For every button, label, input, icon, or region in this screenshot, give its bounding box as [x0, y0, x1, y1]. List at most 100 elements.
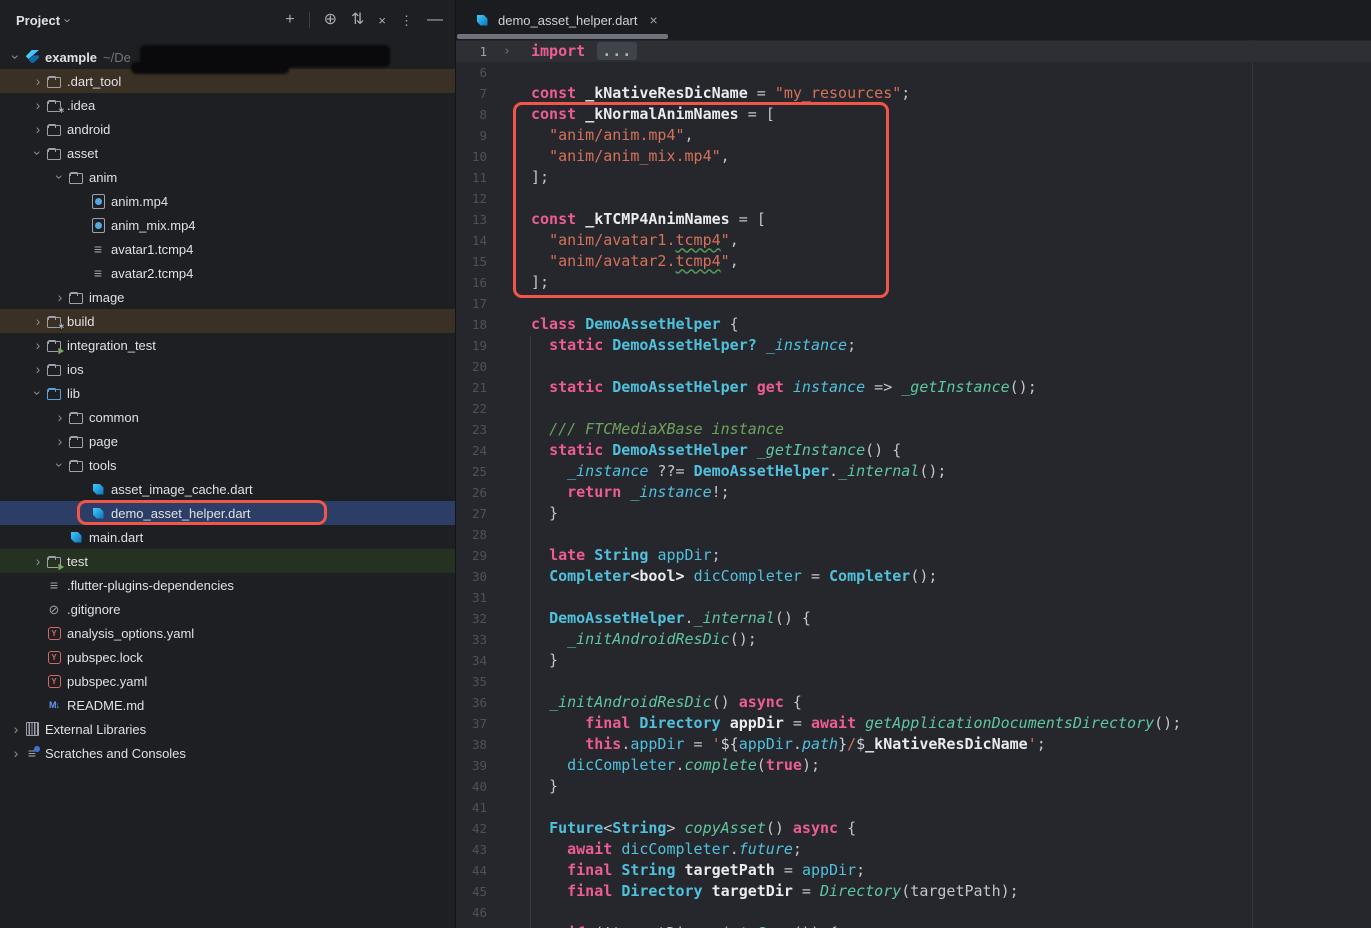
tree-item-pubspec-lock[interactable]: ›pubspec.lock: [0, 645, 455, 669]
chevron-right-icon[interactable]: ›: [8, 746, 24, 760]
code-text[interactable]: "anim/avatar1.tcmp4",: [531, 230, 739, 251]
tree-item-test[interactable]: ›test: [0, 549, 455, 573]
code-text[interactable]: DemoAssetHelper._internal() {: [531, 608, 811, 629]
code-text[interactable]: const _kNormalAnimNames = [: [531, 104, 775, 125]
code-text[interactable]: const _kTCMP4AnimNames = [: [531, 209, 766, 230]
tab-close-button[interactable]: ×: [649, 12, 657, 28]
tree-item-external-libraries[interactable]: ›External Libraries: [0, 717, 455, 741]
yaml-icon: [46, 625, 62, 641]
library-icon: [24, 721, 40, 737]
code-text[interactable]: this.appDir = '${appDir.path}/$_kNativeR…: [531, 734, 1046, 755]
tree-item-main-dart[interactable]: ›main.dart: [0, 525, 455, 549]
code-text[interactable]: }: [531, 503, 558, 524]
more-options-button[interactable]: ⋮: [400, 14, 413, 27]
hide-panel-button[interactable]: —: [427, 12, 443, 28]
chevron-right-icon[interactable]: ›: [30, 314, 46, 328]
code-text[interactable]: ];: [531, 167, 549, 188]
chevron-down-icon[interactable]: ›: [53, 169, 67, 185]
tree-item-idea[interactable]: ›∗.idea: [0, 93, 455, 117]
code-text[interactable]: "anim/anim_mix.mp4",: [531, 146, 730, 167]
tree-item-image[interactable]: ›image: [0, 285, 455, 309]
code-text[interactable]: class DemoAssetHelper {: [531, 314, 739, 335]
tree-item-label: demo_asset_helper.dart: [111, 506, 250, 521]
tree-item-integration-test[interactable]: ›integration_test: [0, 333, 455, 357]
tab-active-indicator: [457, 34, 668, 39]
tree-item-pubspec-yaml[interactable]: ›pubspec.yaml: [0, 669, 455, 693]
collapse-all-button[interactable]: ×: [378, 14, 386, 27]
tree-item-avatar1-tcmp4[interactable]: ›avatar1.tcmp4: [0, 237, 455, 261]
add-button[interactable]: +: [285, 12, 294, 28]
chevron-down-icon[interactable]: ›: [53, 457, 67, 473]
folded-region-chip[interactable]: ...: [597, 42, 637, 60]
code-text[interactable]: return _instance!;: [531, 482, 730, 503]
chevron-right-icon[interactable]: ›: [30, 74, 46, 88]
chevron-right-icon[interactable]: ›: [52, 290, 68, 304]
code-line-9: 9 "anim/anim.mp4",: [456, 125, 1371, 146]
tree-item-anim[interactable]: ›anim: [0, 165, 455, 189]
chevron-right-icon[interactable]: ›: [52, 434, 68, 448]
chevron-right-icon[interactable]: ›: [8, 722, 24, 736]
chevron-right-icon[interactable]: ›: [30, 554, 46, 568]
code-text[interactable]: _initAndroidResDic() async {: [531, 692, 802, 713]
code-text[interactable]: static DemoAssetHelper get instance => _…: [531, 377, 1037, 398]
project-tree[interactable]: ›example~/De›.dart_tool›∗.idea›android›a…: [0, 40, 455, 928]
tree-item-lib[interactable]: ›lib: [0, 381, 455, 405]
code-text[interactable]: if (!targetDir.existsSync()) {: [531, 923, 838, 928]
folder-excluded-icon: ∗: [46, 313, 62, 329]
tree-item-android[interactable]: ›android: [0, 117, 455, 141]
chevron-down-icon[interactable]: ›: [31, 385, 45, 401]
code-text[interactable]: _initAndroidResDic();: [531, 629, 757, 650]
tree-item-readme-md[interactable]: ›README.md: [0, 693, 455, 717]
code-text[interactable]: }: [531, 776, 558, 797]
chevron-right-icon[interactable]: ›: [30, 98, 46, 112]
code-text[interactable]: static DemoAssetHelper _getInstance() {: [531, 440, 901, 461]
code-text[interactable]: dicCompleter.complete(true);: [531, 755, 820, 776]
code-text[interactable]: final String targetPath = appDir;: [531, 860, 865, 881]
tree-item-analysis-options-yaml[interactable]: ›analysis_options.yaml: [0, 621, 455, 645]
code-text[interactable]: _instance ??= DemoAssetHelper._internal(…: [531, 461, 946, 482]
tree-item-flutter-plugins-dependencies[interactable]: ›.flutter-plugins-dependencies: [0, 573, 455, 597]
chevron-right-icon[interactable]: ›: [52, 410, 68, 424]
tree-item-anim-mp4[interactable]: ›anim.mp4: [0, 189, 455, 213]
code-text[interactable]: Completer<bool> dicCompleter = Completer…: [531, 566, 937, 587]
tree-item-ios[interactable]: ›ios: [0, 357, 455, 381]
scratches-icon: [24, 745, 40, 761]
chevron-down-icon[interactable]: ›: [9, 49, 23, 65]
code-text[interactable]: /// FTCMediaXBase instance: [531, 419, 784, 440]
tree-item-common[interactable]: ›common: [0, 405, 455, 429]
code-text[interactable]: ];: [531, 272, 549, 293]
code-text[interactable]: import ...: [531, 41, 637, 62]
tree-item-demo-asset-helper-dart[interactable]: ›demo_asset_helper.dart: [0, 501, 455, 525]
code-text[interactable]: Future<String> copyAsset() async {: [531, 818, 856, 839]
code-text[interactable]: final Directory targetDir = Directory(ta…: [531, 881, 1019, 902]
code-line-32: 32 DemoAssetHelper._internal() {: [456, 608, 1371, 629]
chevron-down-icon[interactable]: ›: [31, 145, 45, 161]
project-panel-title[interactable]: Project: [16, 13, 60, 28]
chevron-down-icon[interactable]: ›: [61, 18, 76, 22]
tree-item-anim-mix-mp4[interactable]: ›anim_mix.mp4: [0, 213, 455, 237]
locate-file-button[interactable]: ⊕: [324, 12, 337, 28]
chevron-right-icon[interactable]: ›: [30, 362, 46, 376]
code-text[interactable]: "anim/anim.mp4",: [531, 125, 694, 146]
code-text[interactable]: late String appDir;: [531, 545, 721, 566]
code-text[interactable]: "anim/avatar2.tcmp4",: [531, 251, 739, 272]
tree-item-asset-image-cache-dart[interactable]: ›asset_image_cache.dart: [0, 477, 455, 501]
code-text[interactable]: static DemoAssetHelper? _instance;: [531, 335, 856, 356]
editor-body[interactable]: 1›import ...67const _kNativeResDicName =…: [456, 40, 1371, 928]
tree-item-build[interactable]: ›∗build: [0, 309, 455, 333]
code-text[interactable]: final Directory appDir = await getApplic…: [531, 713, 1181, 734]
expand-all-button[interactable]: ⇅: [351, 12, 364, 28]
tree-item-page[interactable]: ›page: [0, 429, 455, 453]
tree-item-gitignore[interactable]: ›.gitignore: [0, 597, 455, 621]
tree-item-asset[interactable]: ›asset: [0, 141, 455, 165]
chevron-right-icon[interactable]: ›: [30, 338, 46, 352]
code-text[interactable]: }: [531, 650, 558, 671]
tree-item-scratches-and-consoles[interactable]: ›Scratches and Consoles: [0, 741, 455, 765]
line-number: 15: [456, 251, 487, 272]
fold-arrow-icon[interactable]: ›: [503, 41, 511, 62]
code-text[interactable]: const _kNativeResDicName = "my_resources…: [531, 83, 910, 104]
chevron-right-icon[interactable]: ›: [30, 122, 46, 136]
code-text[interactable]: await dicCompleter.future;: [531, 839, 802, 860]
tree-item-avatar2-tcmp4[interactable]: ›avatar2.tcmp4: [0, 261, 455, 285]
tree-item-tools[interactable]: ›tools: [0, 453, 455, 477]
